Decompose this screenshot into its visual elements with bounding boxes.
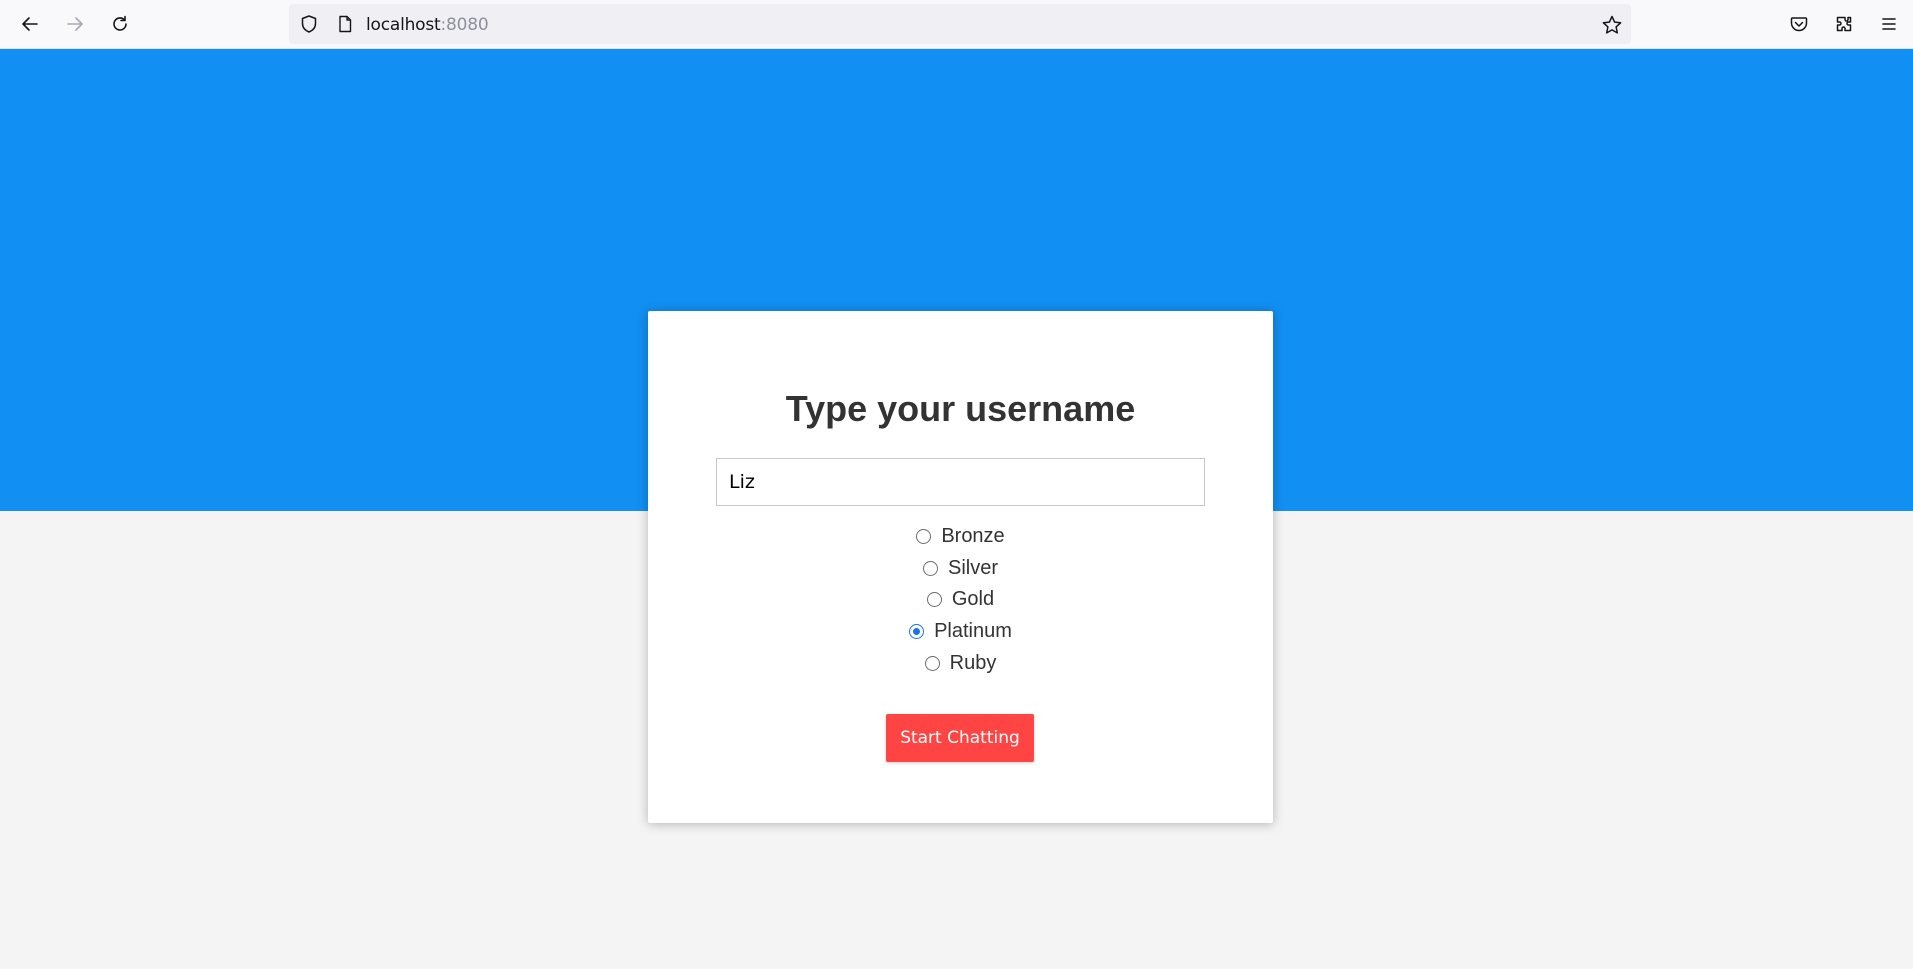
radio-silver[interactable]: [922, 560, 938, 576]
url-bar[interactable]: localhost:8080: [289, 4, 1631, 44]
tier-option-ruby[interactable]: Ruby: [648, 647, 1273, 679]
extensions-button[interactable]: [1828, 8, 1860, 40]
page-title: Type your username: [785, 388, 1136, 429]
tier-label-wrapper[interactable]: Bronze: [916, 525, 1005, 548]
tier-label: Silver: [947, 556, 998, 579]
tier-option-platinum[interactable]: Platinum: [648, 616, 1273, 648]
start-chatting-button[interactable]: Start Chatting: [886, 714, 1034, 762]
url-port: :8080: [440, 15, 489, 35]
page-icon[interactable]: [335, 14, 355, 34]
pocket-icon: [1790, 17, 1808, 32]
tier-label: Gold: [951, 588, 995, 611]
tier-option-gold[interactable]: Gold: [648, 584, 1273, 616]
shield-icon[interactable]: [299, 14, 319, 34]
extensions-icon: [1836, 16, 1852, 32]
pocket-button[interactable]: [1783, 8, 1815, 40]
arrow-right-icon: [67, 17, 83, 31]
radio-platinum[interactable]: [909, 624, 925, 640]
username-input[interactable]: [716, 458, 1205, 506]
reload-icon: [113, 15, 127, 31]
back-button[interactable]: [14, 8, 46, 40]
radio-bronze[interactable]: [916, 529, 932, 545]
url-host: localhost: [366, 15, 441, 35]
star-icon[interactable]: [1601, 14, 1623, 36]
tier-option-bronze[interactable]: Bronze: [648, 521, 1273, 553]
menu-button[interactable]: [1873, 8, 1905, 40]
tier-radio-group: Bronze Silver Gold Platinum Ruby: [648, 521, 1273, 679]
reload-button[interactable]: [104, 8, 136, 40]
hamburger-menu-icon: [1882, 18, 1896, 30]
tier-label: Platinum: [934, 620, 1012, 643]
tier-label: Bronze: [941, 525, 1005, 548]
page-content: Type your username Bronze Silver Gold: [0, 49, 1913, 969]
radio-gold[interactable]: [926, 592, 942, 608]
radio-ruby[interactable]: [924, 655, 940, 671]
arrow-left-icon: [22, 17, 38, 31]
url-text[interactable]: localhost:8080: [366, 15, 489, 35]
forward-button[interactable]: [59, 8, 91, 40]
tier-label: Ruby: [949, 651, 997, 674]
tier-label-wrapper[interactable]: Silver: [922, 556, 998, 580]
tier-label-wrapper[interactable]: Platinum: [909, 620, 1012, 643]
tier-label-wrapper[interactable]: Ruby: [924, 651, 997, 675]
browser-toolbar: localhost:8080: [0, 0, 1913, 49]
tier-label-wrapper[interactable]: Gold: [926, 588, 995, 611]
tier-option-silver[interactable]: Silver: [648, 553, 1273, 585]
username-card: Type your username Bronze Silver Gold: [648, 311, 1273, 823]
